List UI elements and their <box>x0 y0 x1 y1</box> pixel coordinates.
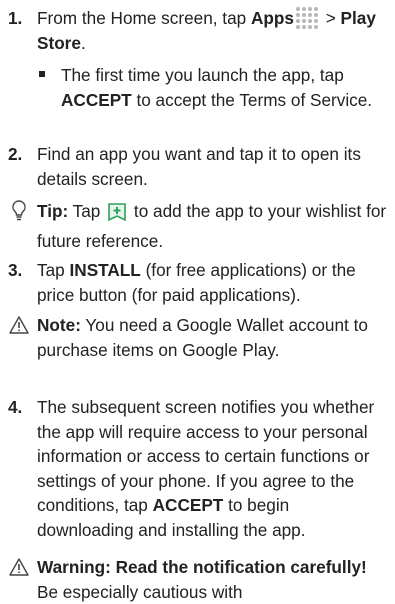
wishlist-add-icon <box>108 203 126 222</box>
step-3: 3. Tap INSTALL (for free applications) o… <box>8 258 387 307</box>
step-text: The subsequent screen notifies you wheth… <box>37 397 375 540</box>
note: Note: You need a Google Wallet account t… <box>8 313 387 362</box>
lightbulb-icon <box>12 200 26 221</box>
warning-triangle-icon <box>9 558 29 576</box>
step-1-sub-bullet: The first time you launch the app, tap A… <box>8 63 387 112</box>
step-number: 4. <box>8 397 23 417</box>
step-number: 1. <box>8 8 23 28</box>
step-2: 2. Find an app you want and tap it to op… <box>8 142 387 191</box>
note-text: Note: You need a Google Wallet account t… <box>37 315 368 360</box>
warning: Warning: Read the notification carefully… <box>8 555 387 604</box>
apps-grid-icon <box>295 7 318 29</box>
tip-text: Tip: Tap to add the app to your wishlist… <box>37 201 387 251</box>
step-1: 1. From the Home screen, tap Apps > Play… <box>8 6 387 55</box>
bullet-square <box>39 71 45 77</box>
step-text: Find an app you want and tap it to open … <box>37 144 361 189</box>
step-4: 4. The subsequent screen notifies you wh… <box>8 395 387 542</box>
tip: Tip: Tap to add the app to your wishlist… <box>8 196 387 256</box>
warning-text: Warning: Read the notification carefully… <box>37 557 367 602</box>
warning-triangle-icon <box>9 316 29 334</box>
step-text: Tap INSTALL (for free applications) or t… <box>37 260 356 305</box>
step-text: From the Home screen, tap Apps > Play St… <box>37 7 376 53</box>
step-number: 3. <box>8 260 23 280</box>
bullet-text: The first time you launch the app, tap A… <box>39 63 387 112</box>
step-number: 2. <box>8 144 23 164</box>
